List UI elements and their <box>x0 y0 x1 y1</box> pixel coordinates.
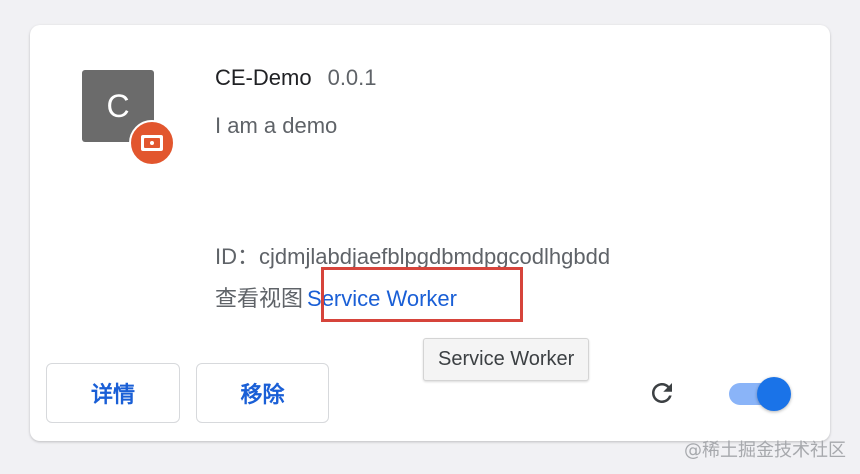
extension-id-value: cjdmjlabdjaefblpgdbmdpgcodlhgbdd <box>259 244 611 269</box>
remove-button[interactable]: 移除 <box>196 363 329 423</box>
inspect-views-label: 查看视图 <box>215 286 304 311</box>
reload-icon[interactable] <box>644 375 680 411</box>
disk-badge-icon <box>129 120 175 166</box>
extension-icon-letter: C <box>106 87 130 124</box>
highlight-annotation-box <box>321 267 523 322</box>
extension-card: C CE-Demo 0.0.1 I am a demo ID：cjdmjlabd… <box>30 25 830 441</box>
extension-version: 0.0.1 <box>327 65 377 90</box>
extension-title-row: CE-Demo 0.0.1 <box>215 65 377 91</box>
service-worker-tooltip: Service Worker <box>423 338 590 381</box>
extensions-page: C CE-Demo 0.0.1 I am a demo ID：cjdmjlabd… <box>0 0 860 474</box>
watermark-text: @稀土掘金技术社区 <box>684 440 846 461</box>
details-button[interactable]: 详情 <box>46 363 180 423</box>
extension-name: CE-Demo <box>215 65 312 90</box>
extension-id-label: ID： <box>215 244 260 269</box>
extension-description: I am a demo <box>215 113 338 138</box>
enable-toggle[interactable] <box>727 377 791 411</box>
toggle-knob <box>757 377 791 411</box>
